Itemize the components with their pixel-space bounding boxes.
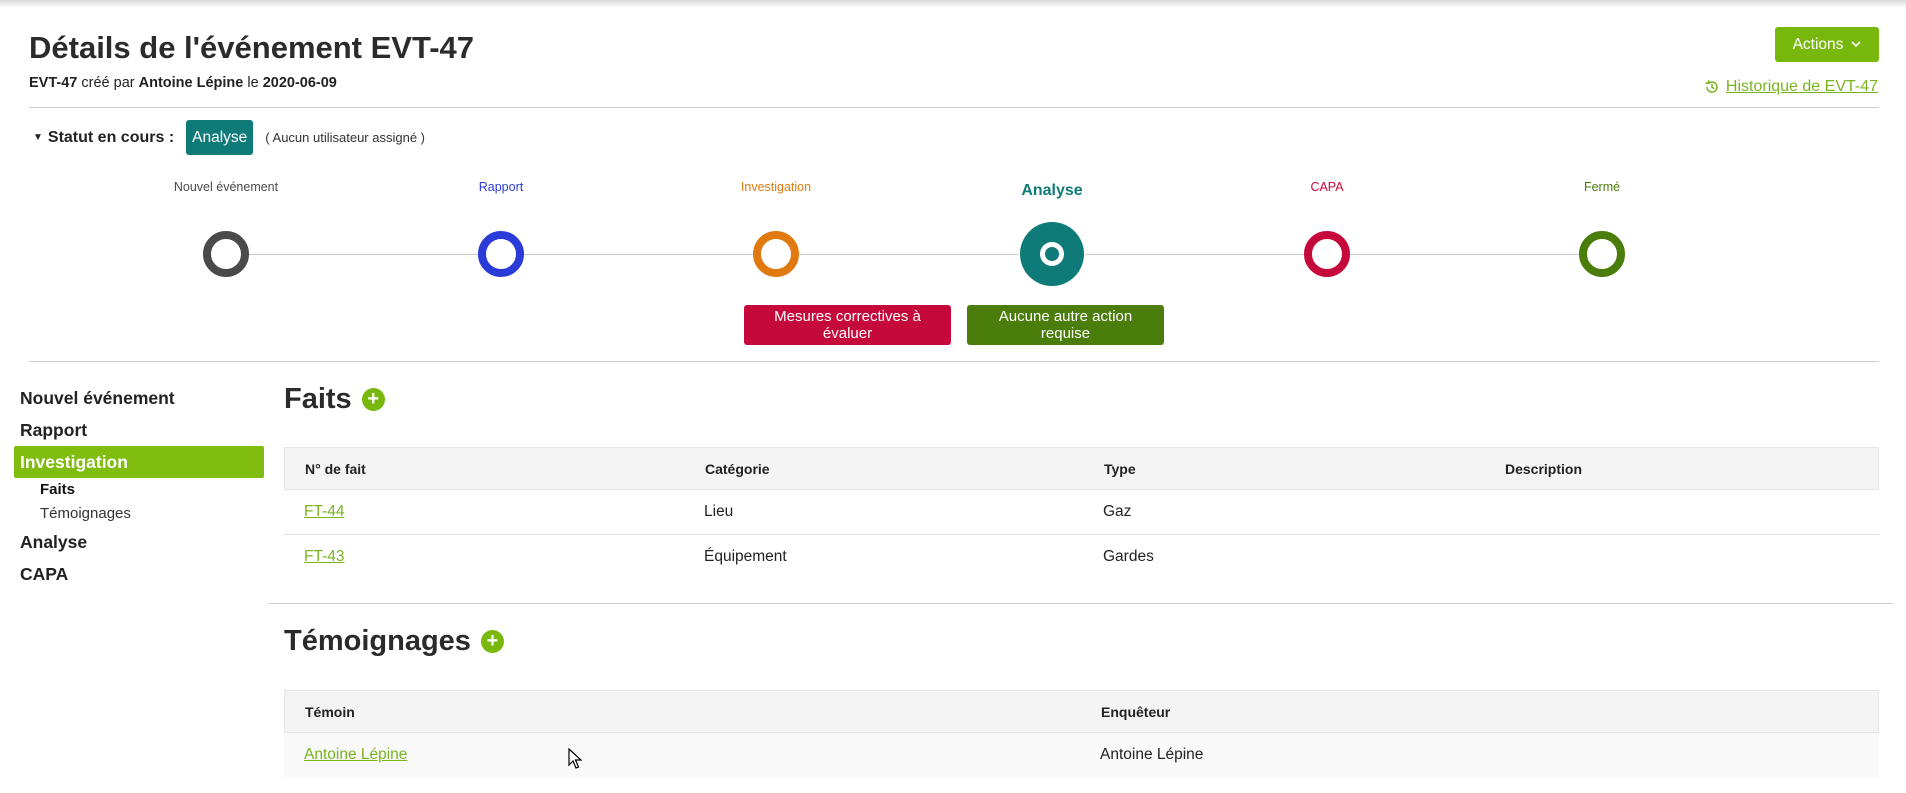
column-header-description: Description (1505, 460, 1583, 477)
on-text: le (243, 75, 263, 91)
actions-label: Actions (1792, 35, 1844, 53)
stepper-divider (29, 361, 1879, 362)
actions-button[interactable]: Actions (1775, 27, 1879, 62)
table-row: Antoine Lépine Antoine Lépine (284, 733, 1879, 777)
sidebar-item-nouvel-evenement[interactable]: Nouvel événement (14, 382, 264, 414)
status-badge: Analyse (186, 120, 254, 155)
investigator-name: Antoine Lépine (1100, 746, 1204, 763)
history-icon (1705, 80, 1718, 93)
sidebar-item-analyse[interactable]: Analyse (14, 526, 264, 558)
workflow-step-circle[interactable] (1304, 231, 1350, 277)
add-fait-plus-icon[interactable]: + (361, 388, 385, 411)
page-subtitle: EVT-47 créé par Antoine Lépine le 2020-0… (29, 75, 337, 91)
temoignages-section-title: Témoignages + (284, 625, 504, 658)
top-shadow (0, 0, 1906, 8)
status-row: ▼ Statut en cours : Analyse ( Aucun util… (33, 120, 425, 155)
mouse-cursor-icon (568, 748, 582, 769)
faits-table-header: N° de fait Catégorie Type Description (284, 447, 1879, 490)
workflow-step-circle[interactable] (203, 231, 249, 277)
fait-link[interactable]: FT-43 (304, 548, 344, 565)
status-label: Statut en cours : (47, 128, 175, 146)
add-temoignage-plus-icon[interactable]: + (480, 630, 504, 653)
fait-category: Lieu (704, 503, 734, 520)
fait-type: Gardes (1103, 548, 1154, 565)
witness-link[interactable]: Antoine Lépine (304, 746, 407, 763)
workflow-step-label: Fermé (1583, 180, 1621, 194)
table-row: FT-44 Lieu Gaz (284, 490, 1879, 535)
header-divider (29, 107, 1879, 108)
history-label: Historique de EVT-47 (1725, 78, 1878, 95)
section-divider (268, 603, 1893, 604)
sidebar-item-capa[interactable]: CAPA (14, 558, 264, 590)
faits-section-title: Faits + (284, 383, 385, 416)
workflow-step[interactable]: Investigation (686, 180, 866, 277)
workflow-step-circle[interactable] (478, 231, 524, 277)
sidebar-item-investigation[interactable]: Investigation (14, 446, 264, 478)
workflow-step-label: Analyse (1021, 182, 1083, 199)
workflow-stepper: Nouvel événement Rapport Investigation Anal… (0, 180, 1906, 300)
temoignages-title: Témoignages (284, 625, 471, 657)
fait-link[interactable]: FT-44 (304, 503, 344, 520)
workflow-step-label: CAPA (1310, 180, 1344, 194)
author-name: Antoine Lépine (138, 75, 244, 91)
faits-title: Faits (284, 383, 352, 415)
fait-category: Équipement (704, 548, 787, 565)
page-title: Détails de l'événement EVT-47 (29, 30, 475, 65)
faits-table: N° de fait Catégorie Type Description FT… (284, 447, 1879, 579)
workflow-step[interactable]: Nouvel événement (136, 180, 316, 277)
workflow-step-circle[interactable] (753, 231, 799, 277)
temoignages-table-header: Témoin Enquêteur (284, 690, 1879, 733)
workflow-step[interactable]: CAPA (1237, 180, 1417, 277)
history-link[interactable]: Historique de EVT-47 (1704, 78, 1878, 96)
column-header-category: Catégorie (705, 460, 770, 477)
status-assignee-note: ( Aucun utilisateur assigné ) (265, 130, 425, 145)
sidebar-item-rapport[interactable]: Rapport (14, 414, 264, 446)
workflow-step-circle[interactable] (1020, 222, 1084, 286)
created-date: 2020-06-09 (262, 75, 337, 91)
chevron-down-icon (1851, 41, 1861, 48)
workflow-step-label: Investigation (740, 180, 812, 194)
column-header-investigator: Enquêteur (1101, 703, 1171, 720)
workflow-step-label: Rapport (478, 180, 524, 194)
sidebar-subitem-temoignages[interactable]: Témoignages (14, 502, 264, 526)
sidebar-subitem-faits[interactable]: Faits (14, 478, 264, 502)
table-row: FT-43 Équipement Gardes (284, 535, 1879, 579)
workflow-step[interactable]: Analyse (962, 180, 1142, 286)
created-by-text: créé par (77, 75, 139, 91)
caret-down-icon[interactable]: ▼ (33, 132, 43, 143)
workflow-step[interactable]: Rapport (411, 180, 591, 277)
workflow-step-label: Nouvel événement (173, 180, 279, 194)
column-header-type: Type (1104, 460, 1136, 477)
workflow-step-circle[interactable] (1579, 231, 1625, 277)
stepper-line (226, 254, 1602, 255)
workflow-step[interactable]: Fermé (1512, 180, 1692, 277)
temoignages-table: Témoin Enquêteur Antoine Lépine Antoine … (284, 690, 1879, 777)
column-header-fact-number: N° de fait (305, 460, 366, 477)
corrective-measures-button[interactable]: Mesures correctives à évaluer (744, 305, 951, 345)
fait-type: Gaz (1103, 503, 1132, 520)
event-id: EVT-47 (29, 75, 78, 91)
sidebar-nav: Nouvel événement Rapport Investigation F… (14, 382, 264, 590)
no-further-action-button[interactable]: Aucune autre action requise (967, 305, 1164, 345)
column-header-witness: Témoin (305, 703, 355, 720)
